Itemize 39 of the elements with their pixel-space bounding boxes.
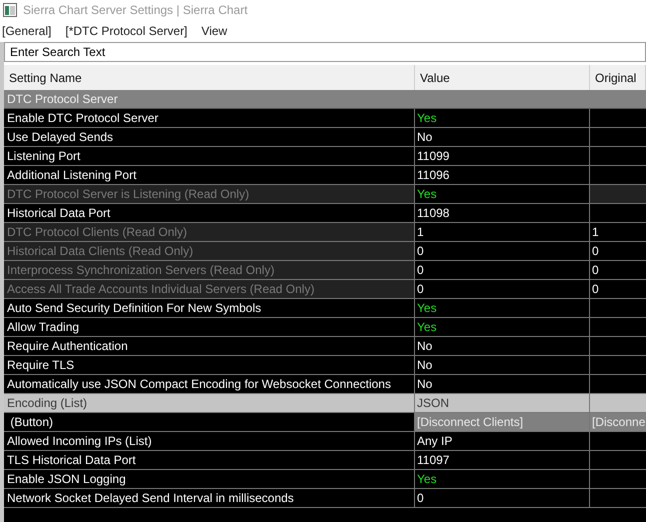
- value-cell[interactable]: 0: [415, 242, 590, 260]
- value-cell[interactable]: Yes: [415, 470, 590, 488]
- setting-name-cell[interactable]: Automatically use JSON Compact Encoding for Websocket Connections: [4, 375, 415, 393]
- menu-item[interactable]: [*DTC Protocol Server]: [65, 22, 188, 40]
- app-icon: [3, 3, 17, 17]
- search-field[interactable]: Enter Search Text: [4, 42, 646, 62]
- value-cell[interactable]: 0: [415, 489, 590, 507]
- setting-name-cell[interactable]: Allow Trading: [4, 318, 415, 336]
- value-cell[interactable]: 11096: [415, 166, 590, 184]
- original-value-cell: [Disconne: [590, 413, 646, 431]
- group-row: DTC Protocol Server: [4, 90, 646, 109]
- value-cell[interactable]: 1: [415, 223, 590, 241]
- original-value-cell: 1: [590, 223, 646, 241]
- menu-item[interactable]: View: [201, 22, 228, 40]
- value-cell[interactable]: No: [415, 337, 590, 355]
- value-cell[interactable]: Any IP: [415, 432, 590, 450]
- value-cell[interactable]: Yes: [415, 318, 590, 336]
- setting-name-cell[interactable]: Access All Trade Accounts Individual Servers (Read Only): [4, 280, 415, 298]
- value-cell[interactable]: No: [415, 128, 590, 146]
- setting-name-cell[interactable]: Additional Listening Port: [4, 166, 415, 184]
- value-cell[interactable]: 11099: [415, 147, 590, 165]
- value-cell[interactable]: No: [415, 356, 590, 374]
- value-cell[interactable]: Yes: [415, 299, 590, 317]
- value-cell[interactable]: JSON: [415, 394, 590, 412]
- value-cell[interactable]: 0: [415, 280, 590, 298]
- value-cell[interactable]: Yes: [415, 109, 590, 127]
- value-cell[interactable]: 11097: [415, 451, 590, 469]
- setting-name-cell[interactable]: Auto Send Security Definition For New Symbols: [4, 299, 415, 317]
- setting-name-cell[interactable]: TLS Historical Data Port: [4, 451, 415, 469]
- original-value-cell: 0: [590, 242, 646, 260]
- value-cell[interactable]: No: [415, 375, 590, 393]
- original-value-cell: 0: [590, 261, 646, 279]
- original-value-cell: 0: [590, 280, 646, 298]
- setting-name-cell[interactable]: Allowed Incoming IPs (List): [4, 432, 415, 450]
- value-cell[interactable]: 0: [415, 261, 590, 279]
- window-title: Sierra Chart Server Settings | Sierra Chart: [23, 2, 248, 19]
- menu-item[interactable]: [General]: [2, 22, 52, 40]
- value-cell[interactable]: Yes: [415, 185, 590, 203]
- value-cell[interactable]: 11098: [415, 204, 590, 222]
